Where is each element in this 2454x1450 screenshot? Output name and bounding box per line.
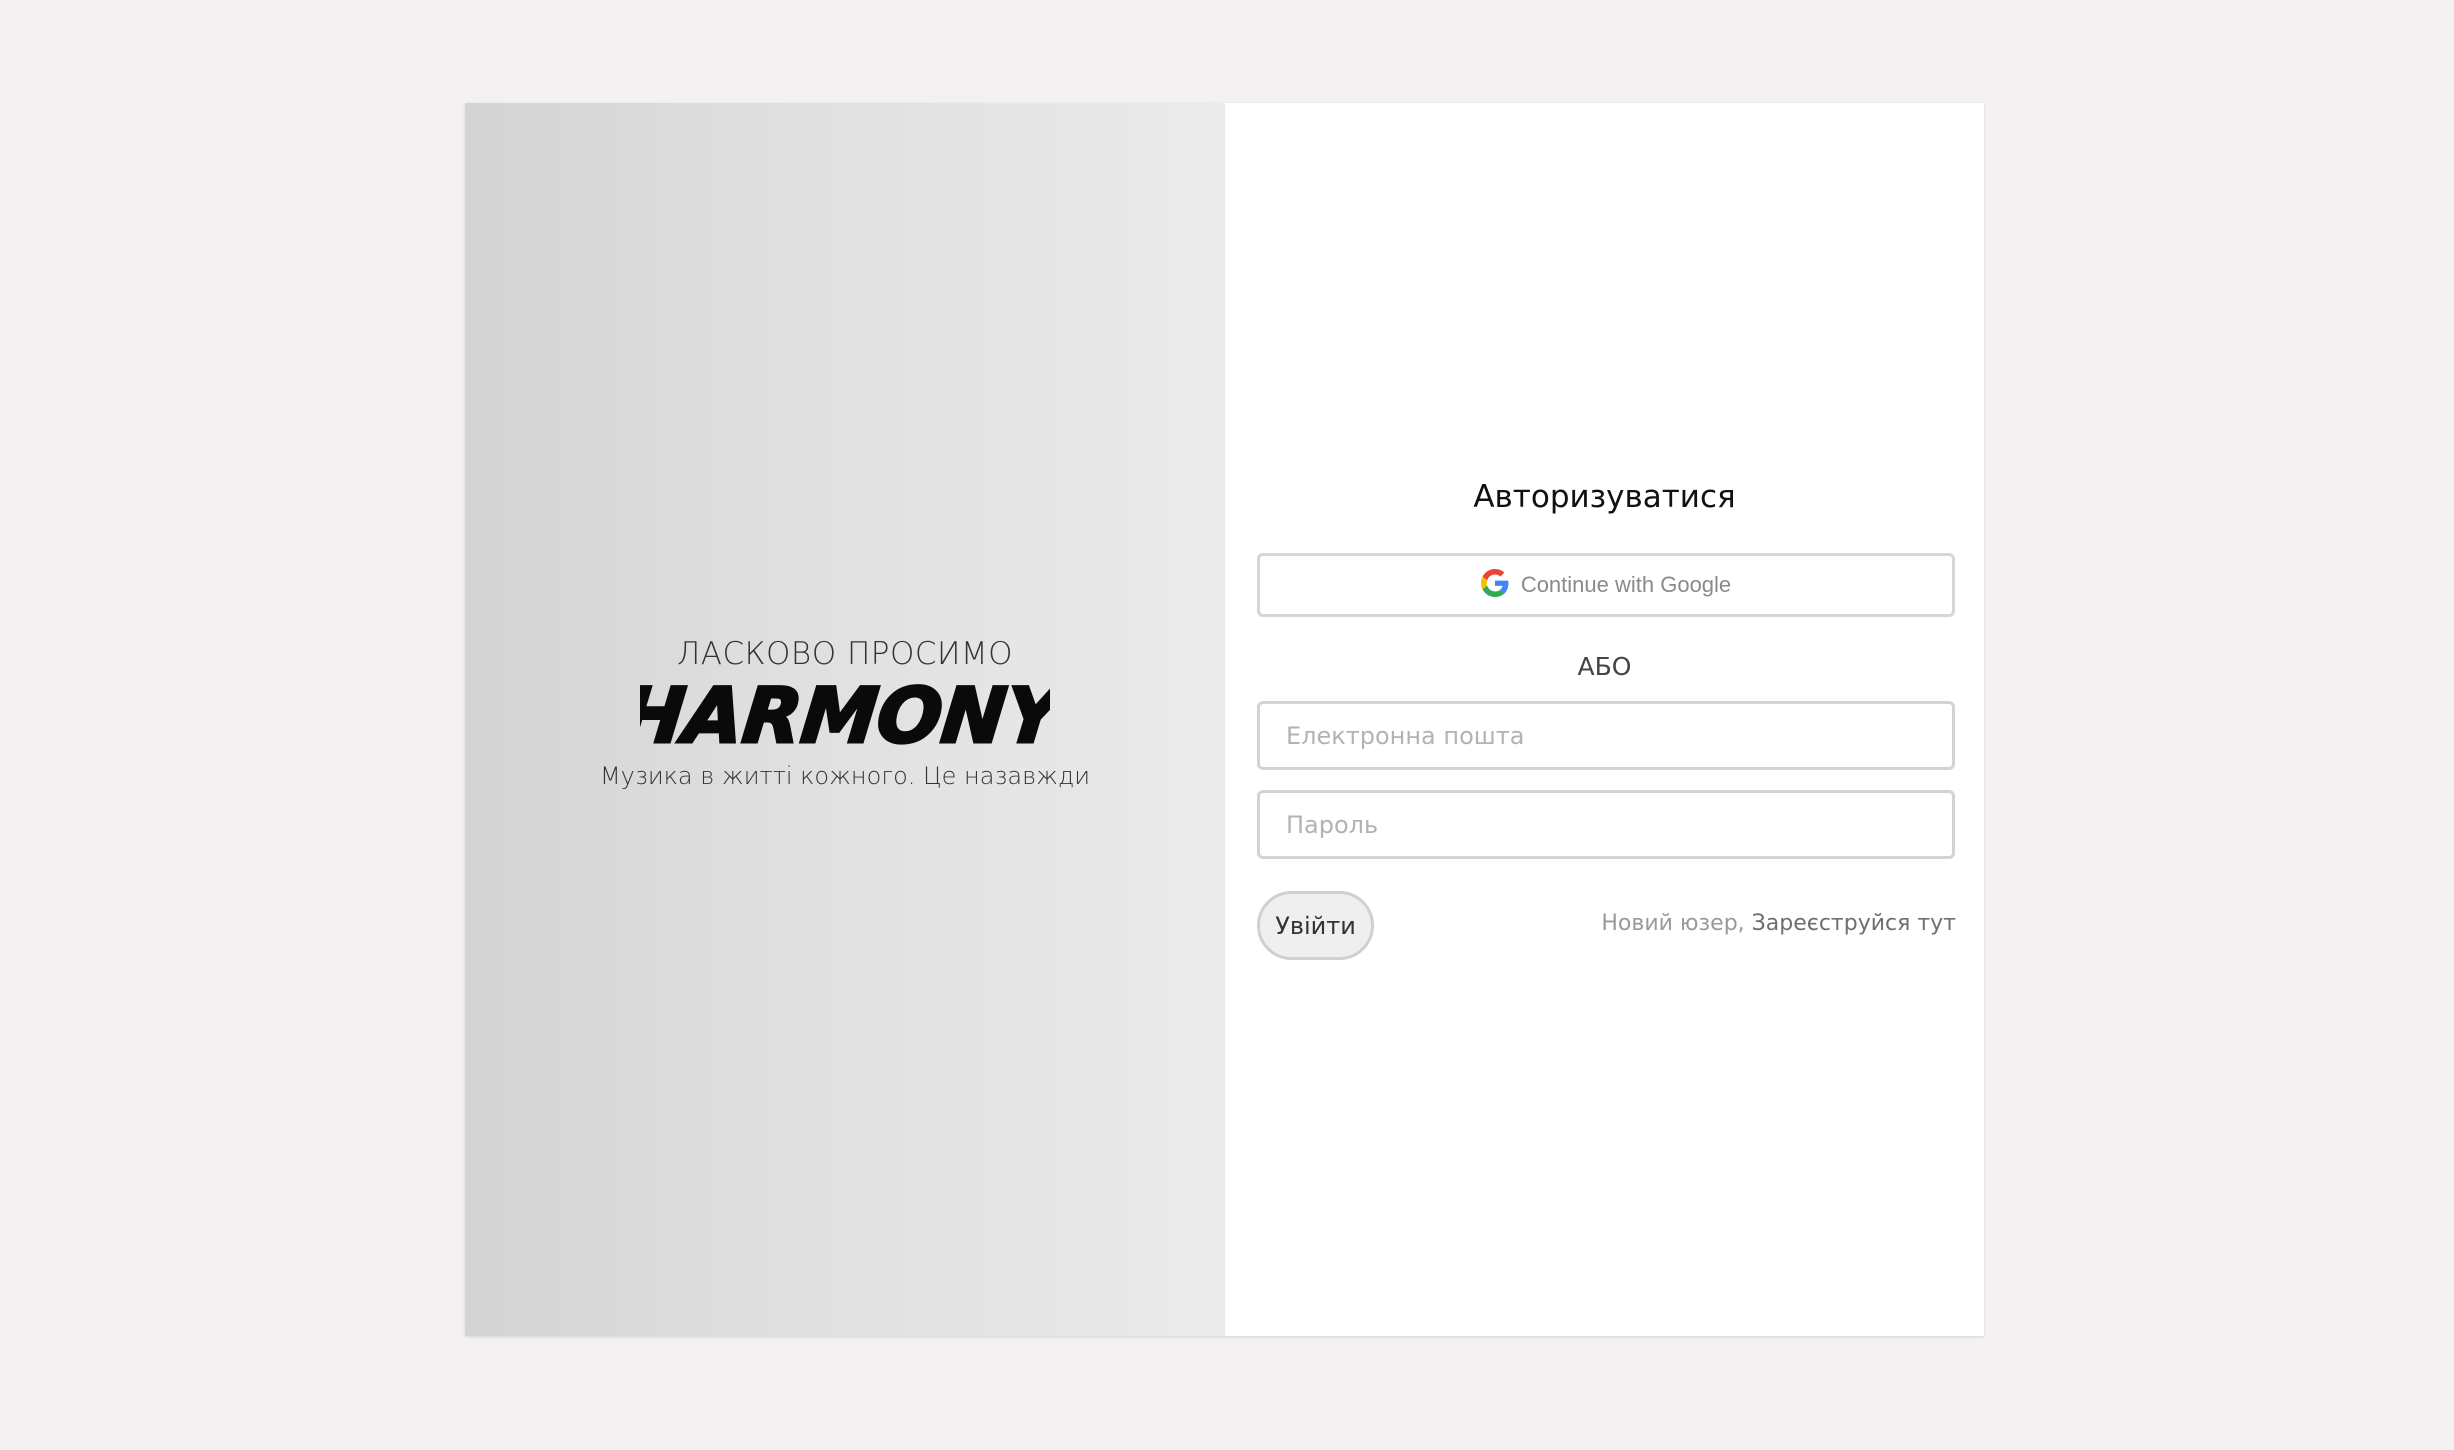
brand-wordmark: HARMONY bbox=[640, 676, 1050, 756]
google-signin-label: Continue with Google bbox=[1520, 572, 1732, 597]
brand-logo: HARMONY bbox=[640, 676, 1050, 756]
tagline: Музика в житті кожного. Це назавжди bbox=[599, 761, 1091, 790]
auth-title: Авторизуватися bbox=[1473, 479, 1736, 515]
register-prompt: Новий юзер, Зареєструйся тут bbox=[1601, 911, 1956, 936]
google-g-logo-icon bbox=[1480, 569, 1509, 601]
login-button[interactable]: Увійти bbox=[1257, 891, 1374, 960]
google-signin-button[interactable]: Continue with Google bbox=[1257, 553, 1955, 617]
or-divider-text: АБО bbox=[1577, 652, 1632, 681]
password-input[interactable] bbox=[1257, 790, 1955, 859]
auth-panel: Авторизуватися Continue with Google АБО … bbox=[1225, 103, 1984, 1336]
login-card: ЛАСКОВО ПРОСИМО HARMONY Музика в житті к… bbox=[465, 103, 1984, 1336]
welcome-panel: ЛАСКОВО ПРОСИМО HARMONY Музика в житті к… bbox=[465, 103, 1225, 1336]
email-input[interactable] bbox=[1257, 701, 1955, 770]
welcome-heading: ЛАСКОВО ПРОСИМО bbox=[676, 635, 1014, 672]
brand-logo-svg: HARMONY bbox=[640, 676, 1050, 756]
new-user-text: Новий юзер, bbox=[1601, 911, 1745, 936]
register-link[interactable]: Зареєструйся тут bbox=[1752, 911, 1956, 936]
